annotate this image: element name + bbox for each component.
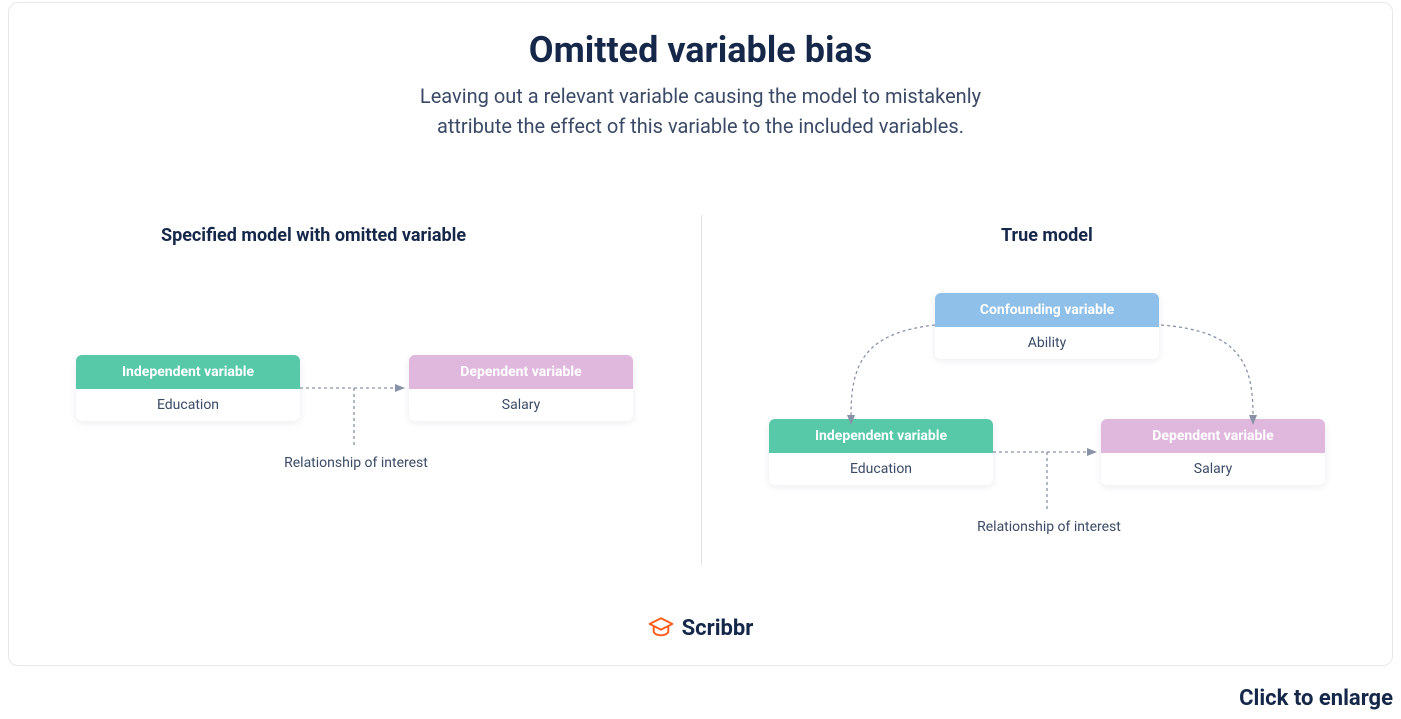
diagram-subtitle: Leaving out a relevant variable causing … (9, 81, 1392, 141)
right-confounding-variable-box: Confounding variable Ability (935, 293, 1159, 359)
right-panel-heading: True model (1001, 225, 1093, 246)
diagram-title: Omitted variable bias (9, 29, 1392, 71)
left-dependent-body: Salary (409, 389, 633, 421)
left-dependent-variable-box: Dependent variable Salary (409, 355, 633, 421)
left-relationship-label: Relationship of interest (271, 455, 441, 471)
left-independent-head: Independent variable (76, 355, 300, 389)
right-confound-to-independent-arrow-icon (845, 323, 945, 431)
right-confounding-body: Ability (935, 327, 1159, 359)
right-independent-body: Education (769, 453, 993, 485)
left-panel-heading: Specified model with omitted variable (161, 225, 466, 246)
left-independent-variable-box: Independent variable Education (76, 355, 300, 421)
right-confound-to-dependent-arrow-icon (1153, 323, 1263, 431)
graduation-cap-icon (648, 615, 674, 641)
subtitle-line2: attribute the effect of this variable to… (437, 114, 964, 138)
left-dependent-head: Dependent variable (409, 355, 633, 389)
left-arrow-drop-icon (349, 388, 359, 448)
brand-text: Scribbr (682, 616, 754, 641)
subtitle-line1: Leaving out a relevant variable causing … (420, 84, 981, 108)
right-dependent-body: Salary (1101, 453, 1325, 485)
click-to-enlarge-button[interactable]: Click to enlarge (1239, 686, 1393, 711)
panel-divider (701, 215, 702, 565)
brand-row: Scribbr (9, 615, 1392, 641)
right-confounding-head: Confounding variable (935, 293, 1159, 327)
right-arrow-drop-icon (1042, 452, 1052, 512)
diagram-card[interactable]: Omitted variable bias Leaving out a rele… (8, 2, 1393, 666)
left-independent-body: Education (76, 389, 300, 421)
right-relationship-label: Relationship of interest (964, 519, 1134, 535)
